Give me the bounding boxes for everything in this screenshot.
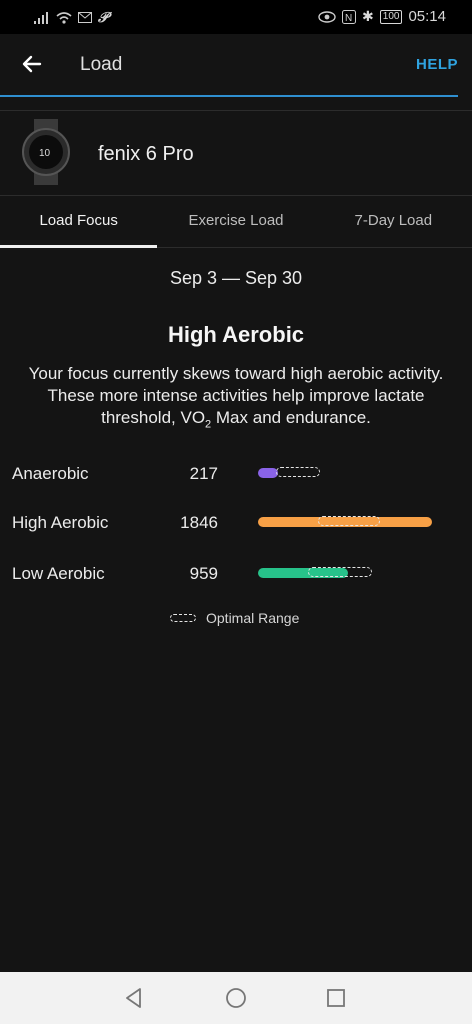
load-bar <box>258 468 278 478</box>
svg-text:N: N <box>345 13 352 24</box>
optimal-range-outline <box>318 516 380 526</box>
row-label: Low Aerobic <box>12 564 105 583</box>
app-bar: Load HELP <box>0 34 472 96</box>
watch-face-text: 10 <box>39 148 51 159</box>
row-value: 959 <box>189 564 218 583</box>
system-nav-bar <box>0 972 472 1024</box>
optimal-range-swatch <box>170 614 196 622</box>
row-value: 217 <box>189 464 218 483</box>
legend-label: Optimal Range <box>206 610 300 626</box>
p-notification-icon: 𝒫 <box>98 9 109 25</box>
tab-bar: Load Focus Exercise Load 7-Day Load <box>0 195 472 248</box>
page-title: Load <box>80 54 123 75</box>
home-circle-icon[interactable] <box>224 986 248 1010</box>
device-row[interactable]: 10 fenix 6 Pro <box>0 110 472 196</box>
desc-text-2: Max and endurance. <box>211 408 371 427</box>
nfc-icon: N <box>342 9 357 24</box>
status-bar: 𝒫 N ✱ 100 05:14 <box>0 0 472 34</box>
legend: Optimal Range <box>170 610 299 626</box>
tab-load-focus[interactable]: Load Focus <box>0 195 158 248</box>
tab-exercise-load[interactable]: Exercise Load <box>157 195 314 247</box>
optimal-range-outline <box>276 467 320 477</box>
header-divider <box>0 95 458 97</box>
clock: 05:14 <box>408 8 446 25</box>
focus-description: Your focus currently skews toward high a… <box>18 363 454 435</box>
row-value: 1846 <box>180 513 218 532</box>
load-row-low-aerobic: Low Aerobic 959 <box>0 560 472 588</box>
device-name: fenix 6 Pro <box>98 143 194 165</box>
mail-icon <box>78 12 92 23</box>
optimal-range-outline <box>308 567 372 577</box>
bluetooth-icon: ✱ <box>362 8 374 24</box>
wifi-icon <box>56 11 72 24</box>
tab-7-day-load[interactable]: 7-Day Load <box>315 195 472 247</box>
battery-icon: 100 <box>379 9 403 24</box>
help-button[interactable]: HELP <box>416 56 458 73</box>
row-label: High Aerobic <box>12 513 109 532</box>
load-row-anaerobic: Anaerobic 217 <box>0 460 472 488</box>
load-row-high-aerobic: High Aerobic 1846 <box>0 509 472 537</box>
date-range: Sep 3 — Sep 30 <box>169 268 303 288</box>
focus-title: High Aerobic <box>167 322 305 347</box>
back-arrow-icon[interactable] <box>20 52 44 76</box>
recents-square-icon[interactable] <box>324 986 348 1010</box>
watch-icon: 10 <box>22 119 70 185</box>
eye-icon <box>318 10 336 23</box>
cellular-signal-icon <box>34 11 48 24</box>
row-label: Anaerobic <box>12 464 89 483</box>
back-triangle-icon[interactable] <box>122 986 146 1010</box>
